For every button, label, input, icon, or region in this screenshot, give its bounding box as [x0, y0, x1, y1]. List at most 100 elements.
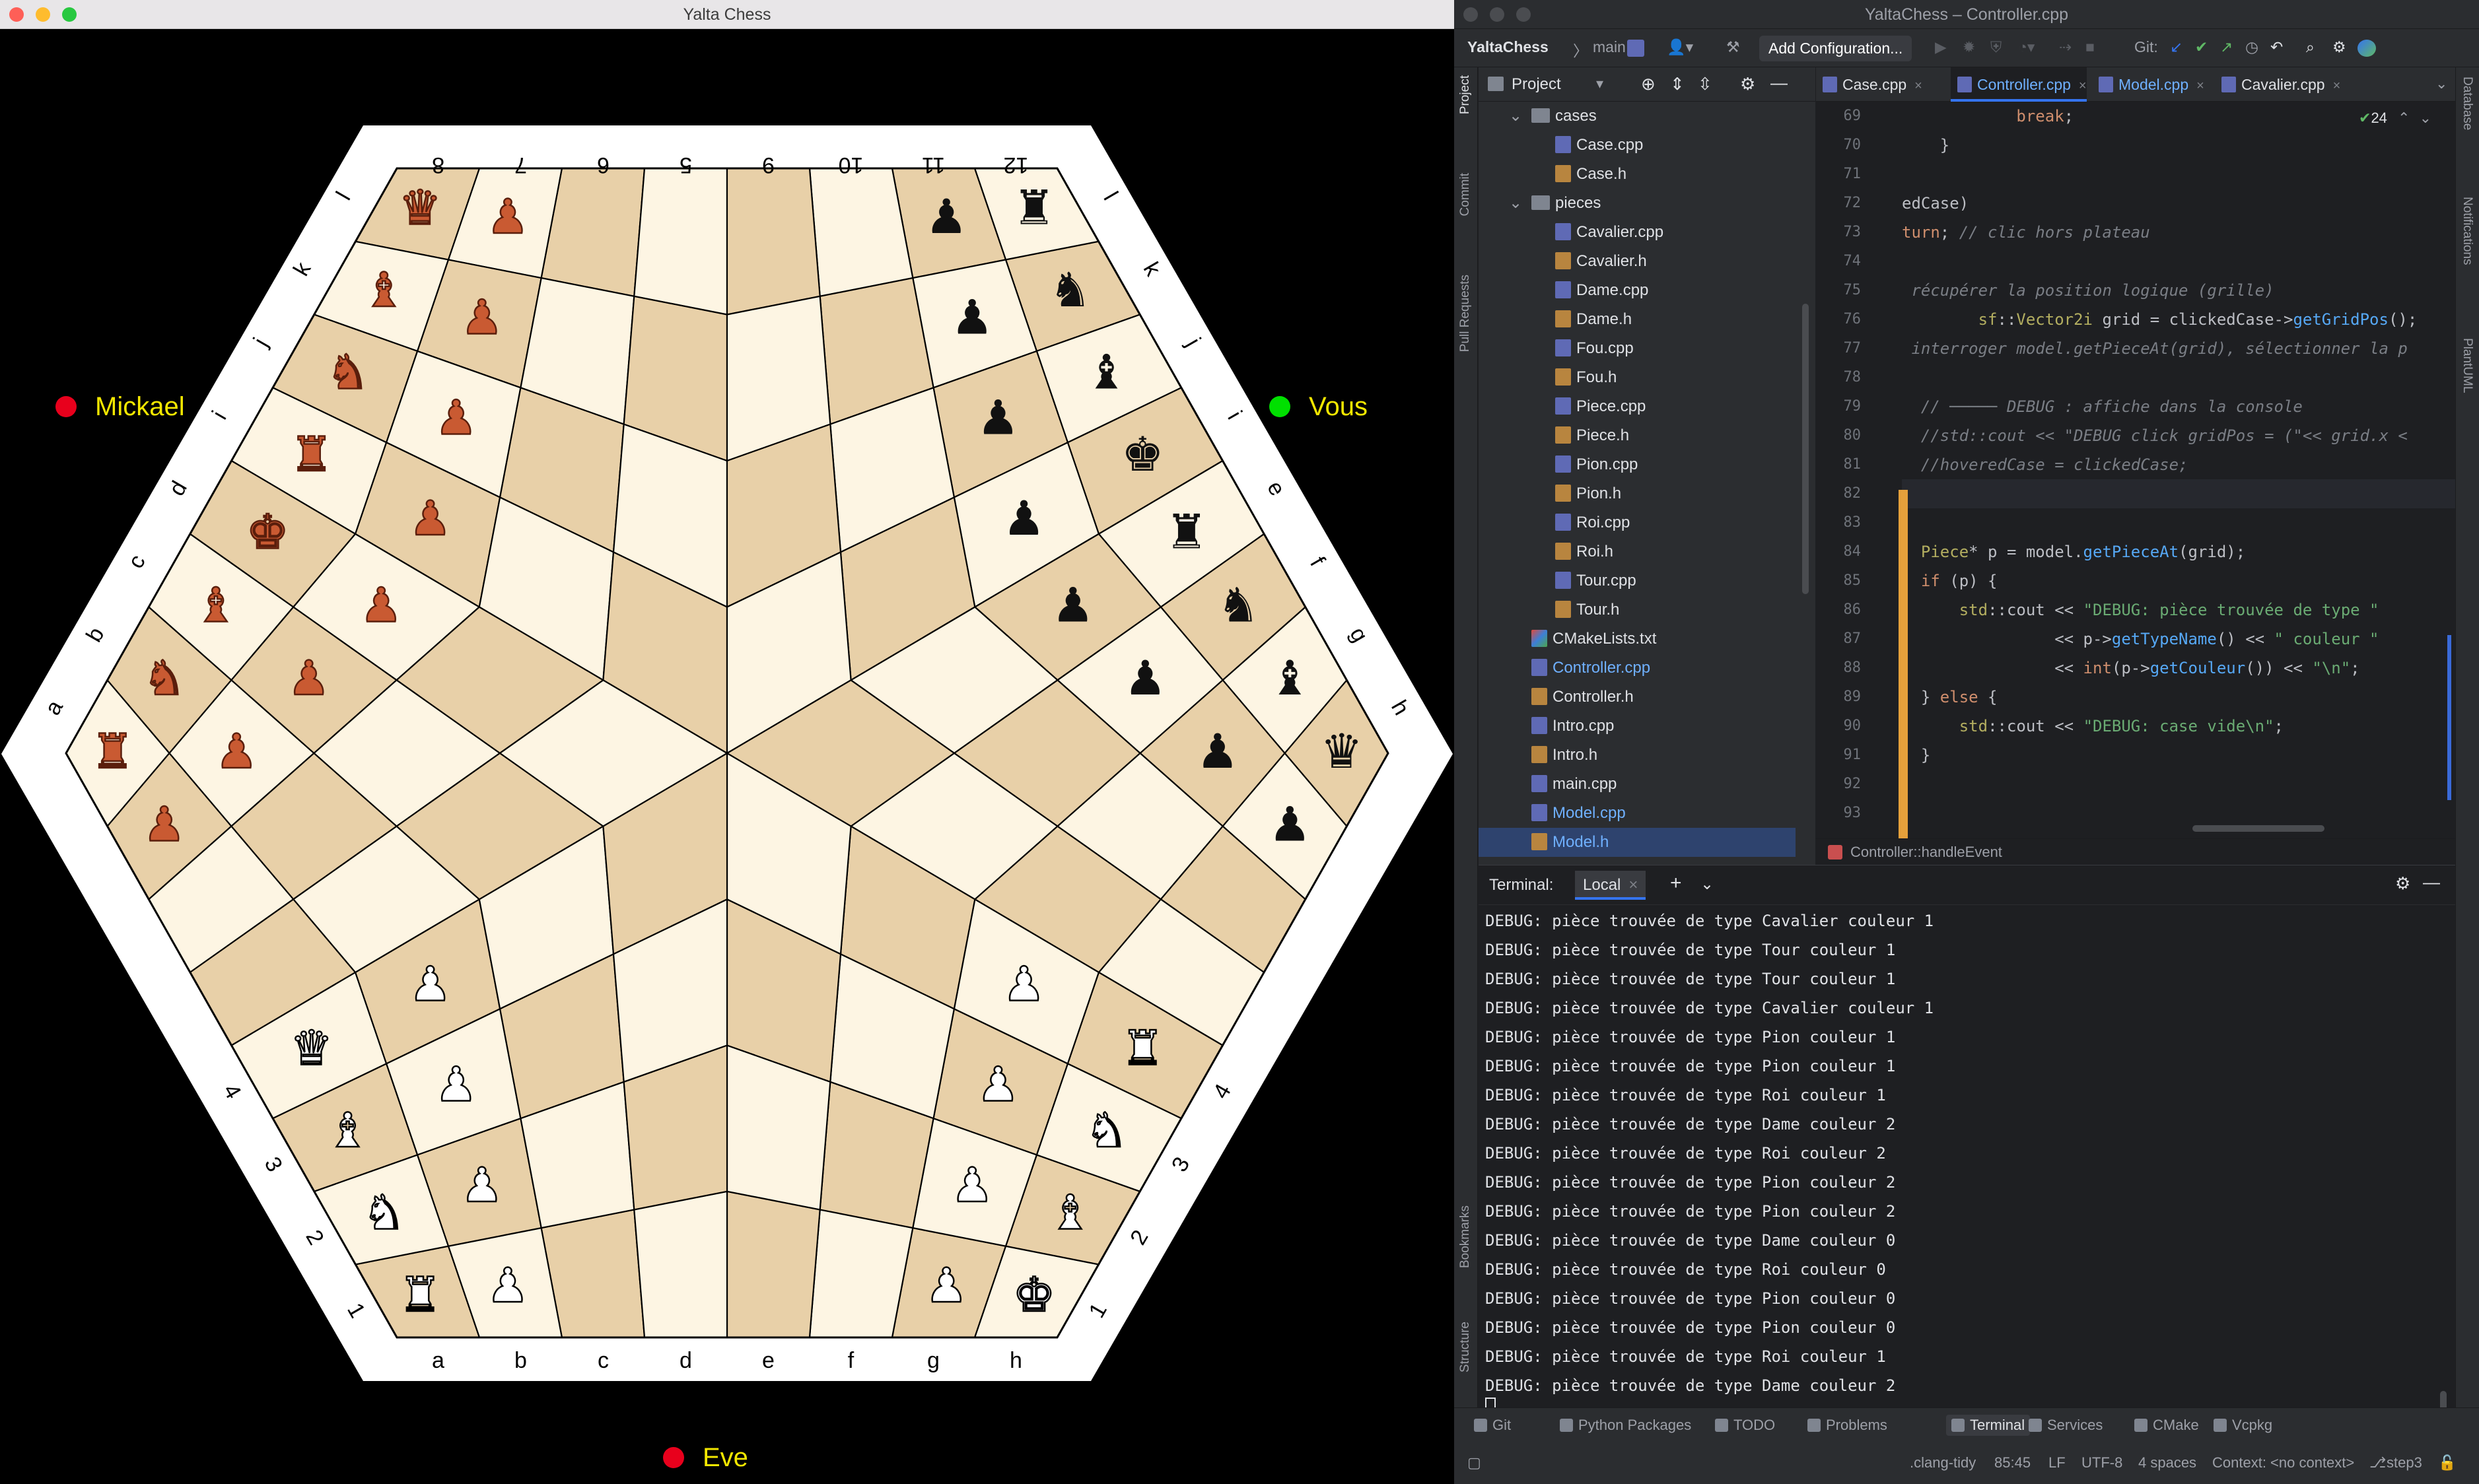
chess-piece-pawn[interactable]: ♟	[408, 955, 452, 1013]
chess-piece-pawn[interactable]: ♟	[1002, 490, 1045, 546]
code-line[interactable]: std::cout << "DEBUG: case vide\n";	[1902, 712, 2284, 741]
board-square[interactable]	[633, 167, 728, 316]
chess-piece-pawn[interactable]: ♟	[1124, 650, 1167, 706]
chess-piece-knight[interactable]: ♞	[1084, 1102, 1129, 1159]
close-icon[interactable]: ×	[2079, 79, 2087, 93]
code-line[interactable]: << p->getTypeName() << " couleur "	[1902, 624, 2379, 654]
chess-piece-pawn[interactable]: ♟	[1269, 797, 1311, 852]
code-line[interactable]: }	[1902, 131, 1949, 160]
bookmarks-tool-button[interactable]: Bookmarks	[1458, 1205, 1473, 1268]
code-line[interactable]: std::cout << "DEBUG: pièce trouvée de ty…	[1902, 595, 2379, 624]
chess-piece-rook[interactable]: ♜	[398, 1266, 442, 1324]
file-encoding[interactable]: UTF-8	[2081, 1452, 2122, 1474]
tree-item[interactable]: Intro.cpp	[1531, 712, 1614, 741]
tabs-more-icon[interactable]: ⌄	[2435, 75, 2447, 92]
code-line[interactable]: //view.setHoveredCase(clickedCase);	[1902, 479, 2255, 508]
chevron-down-icon[interactable]: ⌄	[1509, 102, 1522, 131]
chess-piece-pawn[interactable]: ♟	[950, 1157, 995, 1214]
chess-piece-rook[interactable]: ♜	[1166, 504, 1208, 560]
problems-indicator[interactable]: ✔24 ⌃ ⌄	[2359, 110, 2431, 127]
tree-item[interactable]: ⌄ pieces	[1509, 189, 1601, 218]
code-line[interactable]: if (p) {	[1902, 566, 1998, 595]
search-icon[interactable]: ⌕	[2306, 38, 2315, 56]
chess-piece-pawn[interactable]: ♟	[215, 723, 259, 780]
tree-item[interactable]: Tour.h	[1555, 595, 1619, 624]
rollback-icon[interactable]: ↶	[2270, 38, 2283, 56]
tree-item[interactable]: Roi.h	[1555, 537, 1613, 566]
tree-item[interactable]: CMakeLists.txt	[1531, 624, 1656, 654]
gear-icon[interactable]: ⚙	[1740, 74, 1755, 94]
chess-piece-pawn[interactable]: ♟	[287, 650, 331, 707]
add-configuration-button[interactable]: Add Configuration...	[1759, 36, 1912, 61]
tree-item[interactable]: Model.cpp	[1531, 799, 1626, 828]
code-line[interactable]: //hoveredCase = clickedCase;	[1902, 450, 2188, 479]
tree-item[interactable]: Case.cpp	[1555, 131, 1643, 160]
chess-piece-pawn[interactable]: ♟	[951, 289, 994, 345]
tree-item[interactable]: Cavalier.h	[1555, 247, 1647, 276]
tool-window-button[interactable]: Git	[1474, 1415, 1511, 1436]
chess-piece-knight[interactable]: ♞	[326, 343, 370, 401]
chevron-down-icon[interactable]: ⌄	[1700, 875, 1714, 894]
collapse-all-icon[interactable]: ⇳	[1698, 74, 1712, 94]
tree-item[interactable]: Piece.cpp	[1555, 392, 1646, 421]
gear-icon[interactable]: ⚙	[2332, 38, 2346, 56]
commit-tool-button[interactable]: Commit	[1458, 173, 1473, 216]
git-update-icon[interactable]: ↙	[2170, 38, 2182, 56]
chess-piece-pawn[interactable]: ♟	[460, 1157, 504, 1214]
chess-piece-rook[interactable]: ♜	[289, 426, 333, 483]
chess-piece-pawn[interactable]: ♟	[434, 389, 478, 446]
expand-all-icon[interactable]: ⇕	[1670, 74, 1685, 94]
branch-name[interactable]: main	[1593, 38, 1626, 56]
chess-piece-knight[interactable]: ♞	[1217, 578, 1260, 633]
stop-icon[interactable]: ■	[2085, 38, 2095, 56]
chevron-up-icon[interactable]: ⌃	[2398, 110, 2410, 126]
database-tool-button[interactable]: Database	[2460, 77, 2474, 130]
chess-piece-pawn[interactable]: ♟	[485, 1257, 530, 1314]
chess-piece-pawn[interactable]: ♟	[925, 189, 968, 244]
chess-piece-knight[interactable]: ♞	[1049, 262, 1092, 318]
tree-item[interactable]: Pion.h	[1555, 479, 1621, 508]
tree-item[interactable]: Dame.cpp	[1555, 276, 1648, 305]
tree-item[interactable]: Roi.cpp	[1555, 508, 1630, 537]
tool-window-button[interactable]: CMake	[2134, 1415, 2199, 1436]
structure-tool-button[interactable]: Structure	[1458, 1322, 1473, 1372]
chess-piece-pawn[interactable]: ♟	[977, 390, 1020, 446]
code-line[interactable]: break;	[1902, 102, 2074, 131]
terminal-tab-local[interactable]: Local ×	[1575, 871, 1646, 900]
tool-window-button[interactable]: Python Packages	[1560, 1415, 1691, 1436]
chess-piece-rook[interactable]: ♜	[1013, 180, 1056, 235]
code-line[interactable]: récupérer la position logique (grille)	[1902, 276, 2274, 305]
chess-piece-rook[interactable]: ♜	[1121, 1019, 1165, 1077]
code-line[interactable]: //std::cout << "DEBUG click gridPos = ("…	[1902, 421, 2408, 450]
line-separator[interactable]: LF	[2048, 1452, 2066, 1474]
project-name[interactable]: YaltaChess	[1467, 38, 1549, 56]
breadcrumb-text[interactable]: Controller::handleEvent	[1850, 844, 2002, 860]
chess-piece-bishop[interactable]: ♝	[1085, 345, 1128, 400]
debug-icon[interactable]: ✹	[1963, 38, 1975, 56]
git-commit-icon[interactable]: ✔	[2195, 38, 2208, 56]
chevron-down-icon[interactable]: ▾	[1596, 75, 1603, 92]
editor-tab[interactable]: Model.cpp ×	[2092, 67, 2204, 102]
tool-window-button[interactable]: Problems	[1807, 1415, 1887, 1436]
editor-hscrollbar[interactable]	[2192, 825, 2324, 832]
attach-icon[interactable]: ⇢	[2059, 38, 2072, 56]
tree-item[interactable]: Fou.cpp	[1555, 334, 1634, 363]
chess-piece-pawn[interactable]: ♟	[359, 576, 403, 634]
chevron-down-icon[interactable]: ⌄	[2420, 110, 2431, 126]
code-line[interactable]: interroger model.getPieceAt(grid), sélec…	[1902, 334, 2407, 363]
coverage-icon[interactable]: ⛨	[1990, 38, 2002, 56]
chess-piece-king[interactable]: ♚	[1121, 426, 1164, 482]
jetbrains-ai-icon[interactable]	[2357, 40, 2376, 57]
chess-piece-pawn[interactable]: ♟	[1197, 724, 1240, 779]
chess-piece-bishop[interactable]: ♝	[1048, 1184, 1092, 1241]
chess-piece-pawn[interactable]: ♟	[485, 188, 530, 246]
code-line[interactable]: << int(p->getCouleur()) << "\n";	[1902, 654, 2359, 683]
project-tool-button[interactable]: Project	[1458, 75, 1473, 114]
tree-item[interactable]: Model.h	[1479, 828, 1796, 857]
code-line[interactable]: sf::Vector2i grid = clickedCase->getGrid…	[1902, 305, 2418, 334]
history-icon[interactable]: ◷	[2245, 38, 2258, 56]
hammer-icon[interactable]: ⚒	[1726, 38, 1740, 56]
close-icon[interactable]: ×	[1628, 876, 1638, 894]
tree-item[interactable]: main.cpp	[1531, 770, 1617, 799]
tree-item[interactable]: Fou.h	[1555, 363, 1617, 392]
